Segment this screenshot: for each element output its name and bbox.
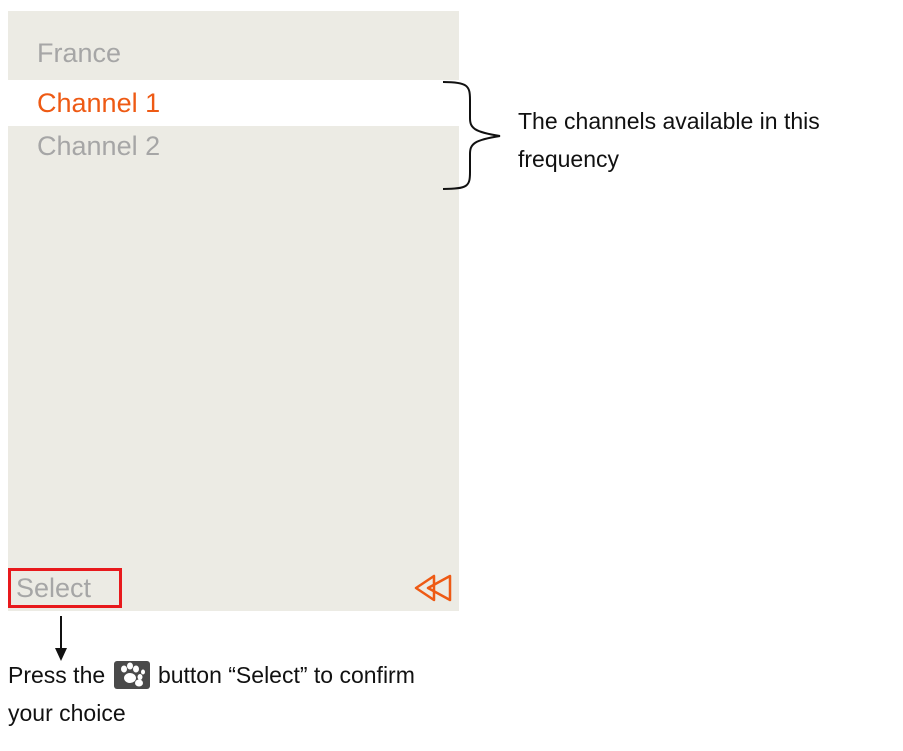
select-instruction: Press the button “Select” to confirm you… [8, 656, 448, 732]
channels-annotation: The channels available in this frequency [518, 108, 820, 172]
brace-icon [442, 81, 501, 190]
instruction-prefix: Press the [8, 662, 106, 688]
paw-button-icon [113, 661, 150, 689]
